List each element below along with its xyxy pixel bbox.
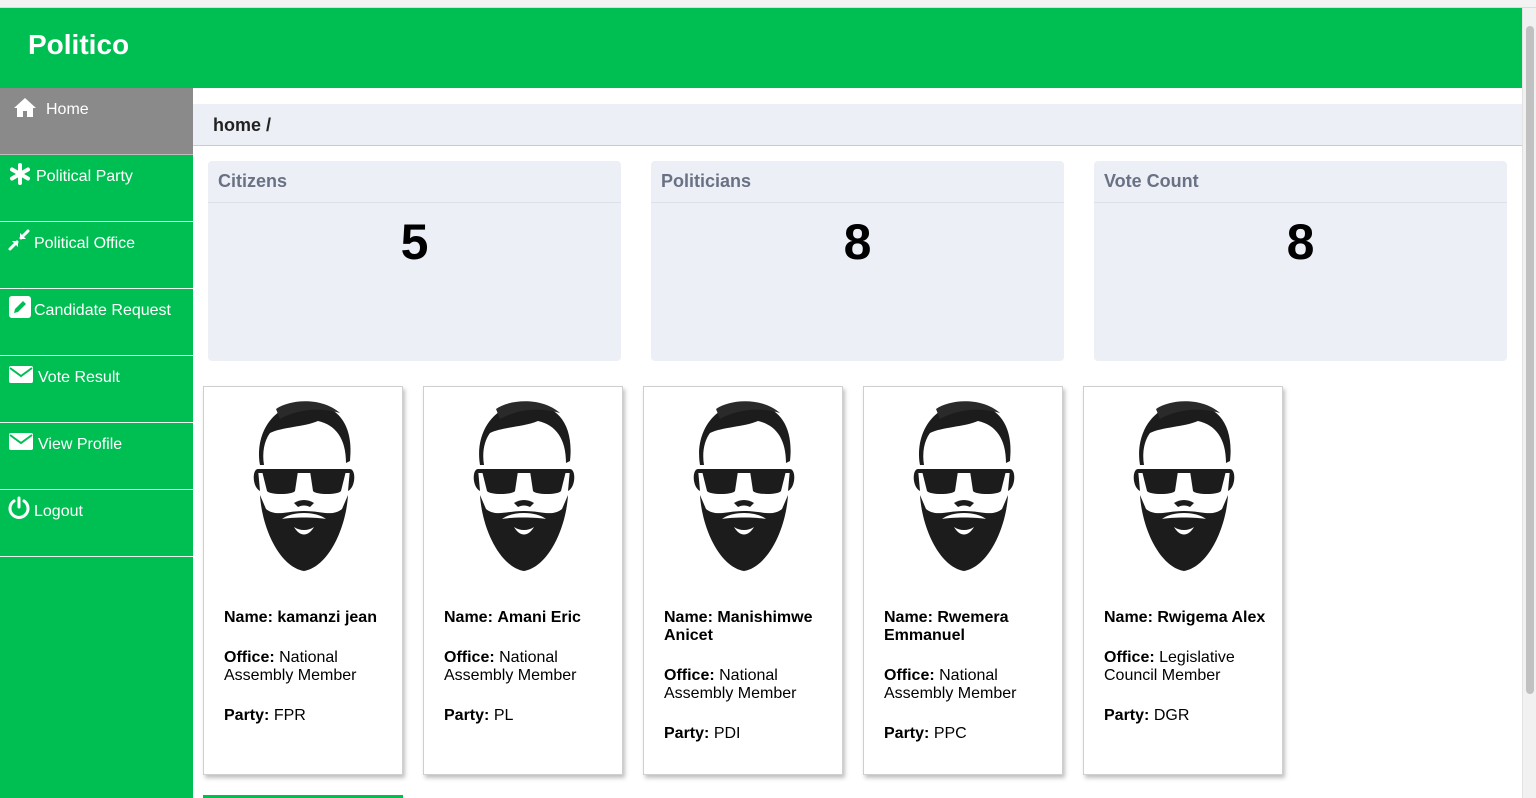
breadcrumb-text[interactable]: home / [213, 115, 271, 136]
breadcrumb: home / [193, 104, 1522, 146]
name-label: Name: [224, 609, 273, 626]
candidate-office-line: Office: National Assembly Member [884, 667, 1052, 703]
candidate-party-line: Party: FPR [224, 707, 392, 725]
candidate-name: Amani Eric [497, 609, 581, 626]
name-label: Name: [1104, 609, 1153, 626]
asterisk-icon [10, 163, 30, 185]
sidebar-item-political-party[interactable]: Political Party [0, 155, 193, 222]
home-icon [14, 98, 36, 117]
sidebar-item-logout[interactable]: Logout [0, 490, 193, 557]
stat-card-politicians: Politicians 8 [651, 161, 1064, 361]
compress-icon [8, 229, 30, 251]
sidebar-item-label: View Profile [38, 436, 123, 453]
candidate-office-line: Office: National Assembly Member [224, 649, 392, 685]
party-label: Party: [664, 725, 710, 742]
candidate-office-line: Office: National Assembly Member [664, 667, 832, 703]
sidebar: Home Political Party Political Office Ca… [0, 88, 193, 798]
sidebar-item-home[interactable]: Home [0, 88, 193, 155]
candidate-party: PL [493, 707, 514, 724]
candidate-details: Name: Amani Eric Office: National Assemb… [444, 609, 612, 747]
candidate-party-line: Party: PDI [664, 725, 832, 743]
sidebar-item-view-profile[interactable]: View Profile [0, 423, 193, 490]
office-label: Office: [224, 649, 275, 666]
sidebar-item-label: Logout [34, 503, 83, 520]
scrollbar-thumb[interactable] [1526, 26, 1534, 694]
candidate-party-line: Party: PPC [884, 725, 1052, 743]
power-icon [8, 496, 30, 519]
divider [208, 202, 621, 203]
candidate-name: Rwigema Alex [1157, 609, 1266, 626]
sidebar-item-political-office[interactable]: Political Office [0, 222, 193, 289]
divider [651, 202, 1064, 203]
stat-value: 8 [1286, 214, 1315, 270]
sidebar-item-label: Political Office [34, 235, 136, 252]
party-label: Party: [1104, 707, 1150, 724]
candidate-details: Name: Rwemera Emmanuel Office: National … [884, 609, 1052, 765]
sidebar-item-label: Political Party [36, 168, 133, 185]
candidate-office-line: Office: Legislative Council Member [1104, 649, 1272, 685]
candidate-party-line: Party: DGR [1104, 707, 1272, 725]
candidate-party: DGR [1153, 707, 1190, 724]
candidate-name-line: Name: Rwigema Alex [1104, 609, 1272, 627]
page-scrollbar[interactable] [1522, 8, 1536, 798]
avatar-icon [250, 399, 358, 573]
divider [1094, 202, 1507, 203]
candidate-card[interactable]: Name: Manishimwe Anicet Office: National… [643, 386, 843, 775]
sidebar-item-label: Home [46, 101, 89, 118]
candidate-card[interactable]: Name: Rwemera Emmanuel Office: National … [863, 386, 1063, 775]
avatar-icon [690, 399, 798, 573]
edit-icon [9, 296, 31, 318]
sidebar-item-candidate-request[interactable]: Candidate Request [0, 289, 193, 356]
candidate-name: kamanzi jean [277, 609, 377, 626]
candidate-details: Name: kamanzi jean Office: National Asse… [224, 609, 392, 747]
candidate-party: PDI [713, 725, 741, 742]
candidate-card[interactable]: Name: Amani Eric Office: National Assemb… [423, 386, 623, 775]
avatar-icon [1130, 399, 1238, 573]
name-label: Name: [884, 609, 933, 626]
candidate-party: FPR [273, 707, 306, 724]
candidate-details: Name: Rwigema Alex Office: Legislative C… [1104, 609, 1272, 747]
candidate-party: PPC [933, 725, 967, 742]
name-label: Name: [664, 609, 713, 626]
office-label: Office: [1104, 649, 1155, 666]
sidebar-item-vote-result[interactable]: Vote Result [0, 356, 193, 423]
stat-value: 8 [843, 214, 872, 270]
app-logo[interactable]: Politico [28, 29, 129, 61]
candidate-name-line: Name: Manishimwe Anicet [664, 609, 832, 645]
office-label: Office: [664, 667, 715, 684]
avatar-icon [910, 399, 1018, 573]
office-label: Office: [444, 649, 495, 666]
candidate-party-line: Party: PL [444, 707, 612, 725]
candidate-details: Name: Manishimwe Anicet Office: National… [664, 609, 832, 765]
candidate-card[interactable]: Name: kamanzi jean Office: National Asse… [203, 386, 403, 775]
stat-card-vote-count: Vote Count 8 [1094, 161, 1507, 361]
envelope-icon [9, 433, 33, 450]
stat-card-citizens: Citizens 5 [208, 161, 621, 361]
candidate-name-line: Name: Amani Eric [444, 609, 612, 627]
candidate-name-line: Name: kamanzi jean [224, 609, 392, 627]
sidebar-item-label: Candidate Request [34, 302, 171, 319]
party-label: Party: [884, 725, 930, 742]
stat-value: 5 [400, 214, 429, 270]
party-label: Party: [444, 707, 490, 724]
candidate-office-line: Office: National Assembly Member [444, 649, 612, 685]
candidate-card[interactable]: Name: Rwigema Alex Office: Legislative C… [1083, 386, 1283, 775]
stat-title: Citizens [218, 171, 288, 191]
name-label: Name: [444, 609, 493, 626]
candidate-name-line: Name: Rwemera Emmanuel [884, 609, 1052, 645]
sidebar-item-label: Vote Result [38, 369, 120, 386]
stat-title: Vote Count [1104, 171, 1199, 191]
stat-title: Politicians [661, 171, 752, 191]
browser-top-strip [0, 0, 1536, 8]
party-label: Party: [224, 707, 270, 724]
office-label: Office: [884, 667, 935, 684]
app-header: Politico [0, 8, 1522, 88]
avatar-icon [470, 399, 578, 573]
envelope-icon [9, 366, 33, 383]
